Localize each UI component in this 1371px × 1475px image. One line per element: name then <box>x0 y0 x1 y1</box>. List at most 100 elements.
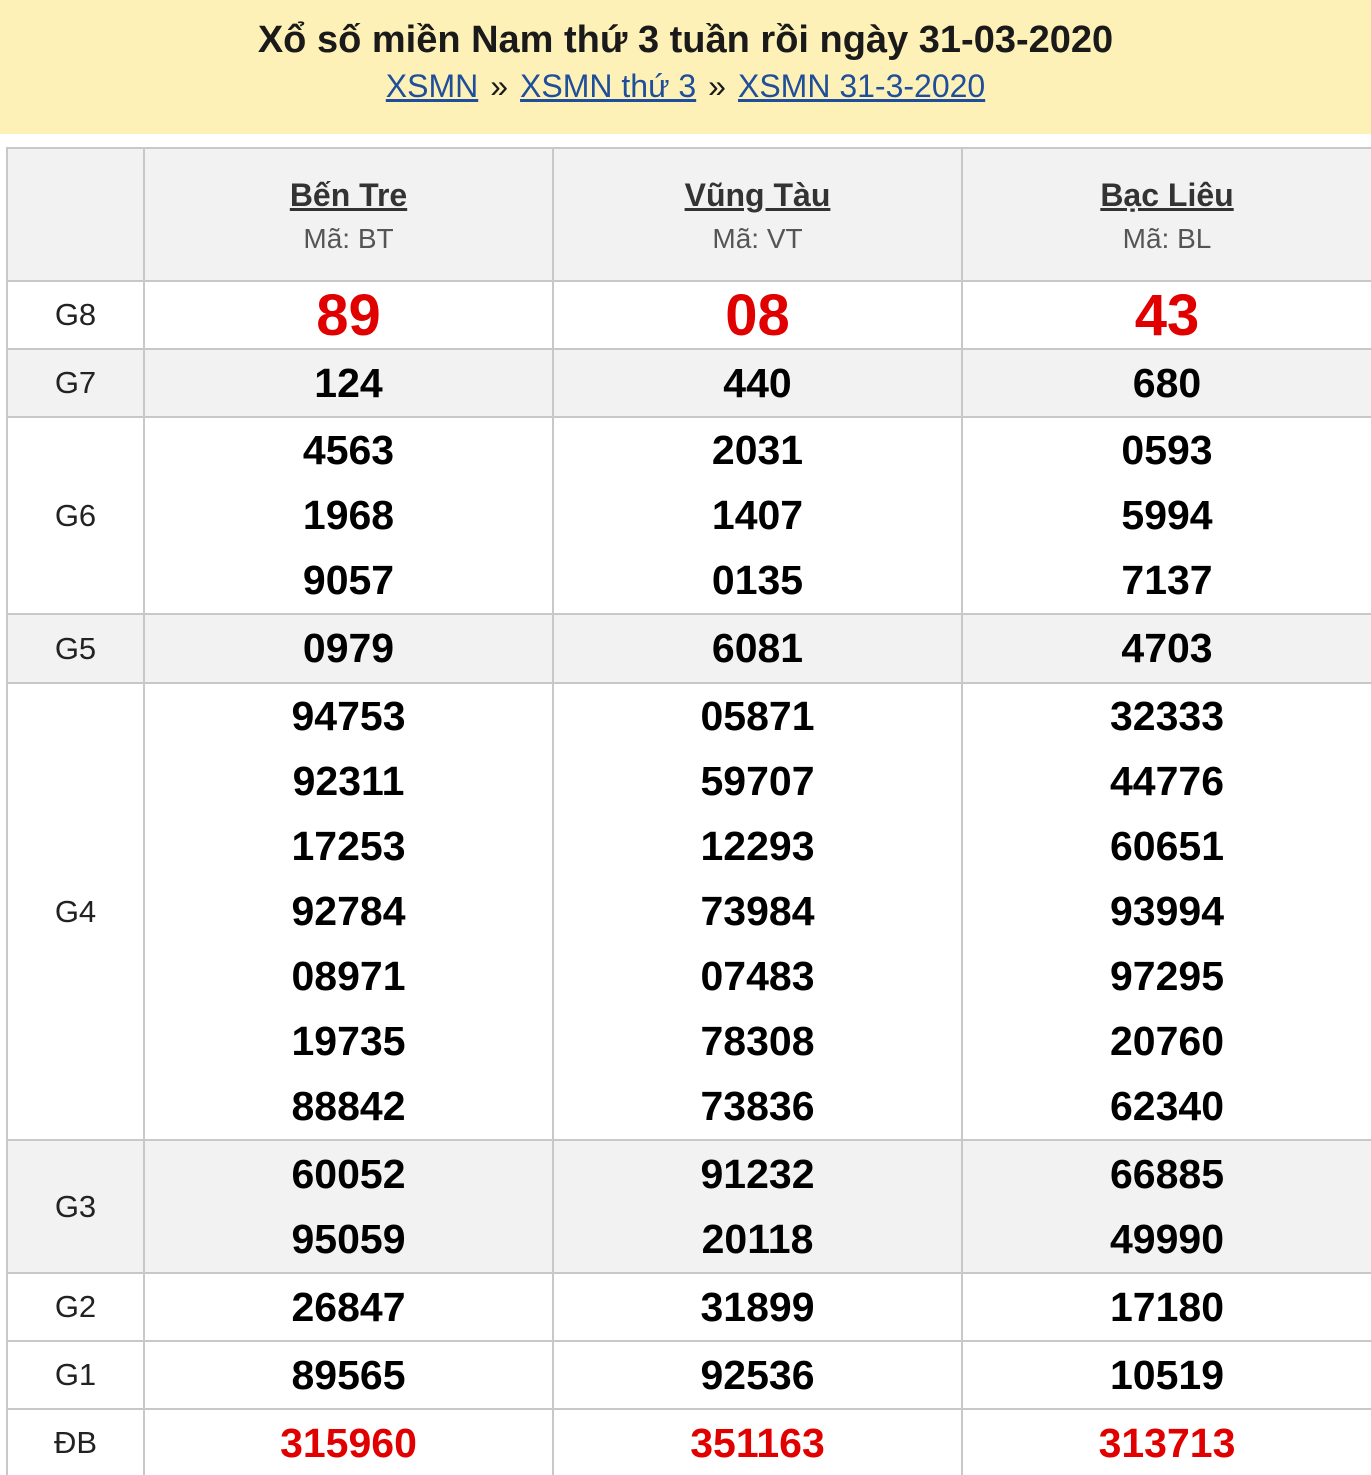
result-number: 1968 <box>302 492 395 538</box>
result-number: 17253 <box>291 823 406 869</box>
breadcrumb-link-xsmn[interactable]: XSMN <box>386 68 478 104</box>
result-number: 20760 <box>1109 1018 1224 1064</box>
province-link-vung-tau[interactable]: Vũng Tàu <box>554 175 961 215</box>
result-number: 89 <box>316 282 381 348</box>
result-number: 7137 <box>1121 557 1213 603</box>
breadcrumb-separator: » <box>490 68 509 104</box>
result-number: 17180 <box>1109 1283 1224 1330</box>
result-number: 9057 <box>302 557 395 603</box>
result-number: 20118 <box>701 1215 814 1262</box>
province-link-ben-tre[interactable]: Bến Tre <box>145 175 552 215</box>
result-number: 92784 <box>291 888 406 934</box>
prize-row-g7: G7 124 440 680 <box>6 348 1371 418</box>
breadcrumb-separator: » <box>708 68 726 104</box>
result-number: 89565 <box>291 1351 406 1398</box>
result-number: 4563 <box>302 427 395 473</box>
province-header-row: Bến Tre Mã: BT Vũng Tàu Mã: VT Bạc Liêu … <box>6 147 1371 282</box>
province-header-vung-tau: Vũng Tàu Mã: VT <box>552 147 963 282</box>
prize-row-g4: G4 94753 92311 17253 92784 08971 19735 88842 058… <box>6 682 1371 1141</box>
result-number: 26847 <box>291 1283 406 1330</box>
result-cell-vung-tau: 31899 <box>552 1272 963 1342</box>
prize-label: G7 <box>6 348 145 418</box>
breadcrumb-link-xsmn-thu-3[interactable]: XSMN thứ 3 <box>520 68 696 104</box>
page-header: Xổ số miền Nam thứ 3 tuần rồi ngày 31-03… <box>0 0 1371 134</box>
result-cell-ben-tre: 94753 92311 17253 92784 08971 19735 88842 <box>143 682 554 1141</box>
province-code: Mã: VT <box>712 222 803 254</box>
prize-row-g3: G3 60052 95059 91232 20118 66885 49990 <box>6 1139 1371 1274</box>
result-number: 124 <box>314 359 383 406</box>
result-cell-ben-tre: 124 <box>143 348 554 418</box>
result-number: 313713 <box>1098 1419 1236 1466</box>
result-cell-bac-lieu: 43 <box>961 280 1371 350</box>
result-cell-ben-tre: 89565 <box>143 1340 554 1410</box>
result-number: 44776 <box>1109 758 1224 804</box>
result-number: 60052 <box>291 1150 406 1197</box>
result-cell-bac-lieu: 313713 <box>961 1408 1371 1475</box>
prize-row-g2: G2 26847 31899 17180 <box>6 1272 1371 1342</box>
result-cell-bac-lieu: 10519 <box>961 1340 1371 1410</box>
result-number: 07483 <box>700 953 815 999</box>
result-number: 60651 <box>1109 823 1224 869</box>
result-cell-bac-lieu: 680 <box>961 348 1371 418</box>
result-cell-vung-tau: 351163 <box>552 1408 963 1475</box>
province-code: Mã: BT <box>303 222 394 254</box>
prize-row-g8: G8 89 08 43 <box>6 280 1371 350</box>
result-number: 91232 <box>700 1150 815 1197</box>
result-number: 315960 <box>280 1419 417 1466</box>
prize-label: G8 <box>6 280 145 350</box>
result-cell-ben-tre: 315960 <box>143 1408 554 1475</box>
result-number: 62340 <box>1109 1083 1224 1129</box>
page-title: Xổ số miền Nam thứ 3 tuần rồi ngày 31-03… <box>257 19 1114 61</box>
prize-label: G2 <box>6 1272 145 1342</box>
result-cell-bac-lieu: 4703 <box>961 613 1371 684</box>
result-number: 97295 <box>1109 953 1224 999</box>
province-header-bac-lieu: Bạc Liêu Mã: BL <box>961 147 1371 282</box>
results-table: Bến Tre Mã: BT Vũng Tàu Mã: VT Bạc Liêu … <box>6 147 1371 1475</box>
result-cell-bac-lieu: 32333 44776 60651 93994 97295 20760 62340 <box>961 682 1371 1141</box>
result-number: 93994 <box>1109 888 1224 934</box>
result-cell-vung-tau: 6081 <box>552 613 963 684</box>
province-link-bac-lieu[interactable]: Bạc Liêu <box>963 175 1371 215</box>
result-number: 59707 <box>700 758 815 804</box>
prize-row-đb: ĐB 315960 351163 313713 <box>6 1408 1371 1475</box>
result-number: 05871 <box>700 693 815 739</box>
province-header-ben-tre: Bến Tre Mã: BT <box>143 147 554 282</box>
result-cell-bac-lieu: 66885 49990 <box>961 1139 1371 1274</box>
breadcrumb-link-xsmn-date[interactable]: XSMN 31-3-2020 <box>738 68 985 104</box>
result-number: 351163 <box>690 1419 825 1466</box>
result-number: 0135 <box>711 557 804 603</box>
result-number: 94753 <box>291 693 406 739</box>
prize-row-g6: G6 4563 1968 9057 2031 1407 0135 0593 5994 7137 <box>6 416 1371 615</box>
prize-label: G5 <box>6 613 145 684</box>
result-number: 08971 <box>291 953 406 999</box>
prize-row-g1: G1 89565 92536 10519 <box>6 1340 1371 1410</box>
result-number: 08 <box>725 282 790 348</box>
breadcrumb: XSMN » XSMN thứ 3 » XSMN 31-3-2020 <box>0 66 1371 106</box>
result-number: 31899 <box>700 1283 815 1330</box>
result-number: 92536 <box>700 1351 815 1398</box>
prize-label: G3 <box>6 1139 145 1274</box>
result-cell-ben-tre: 60052 95059 <box>143 1139 554 1274</box>
result-cell-ben-tre: 26847 <box>143 1272 554 1342</box>
result-cell-bac-lieu: 0593 5994 7137 <box>961 416 1371 615</box>
result-number: 2031 <box>711 427 804 473</box>
result-number: 12293 <box>700 823 815 869</box>
corner-cell <box>6 147 145 282</box>
prize-label: G1 <box>6 1340 145 1410</box>
result-cell-vung-tau: 05871 59707 12293 73984 07483 78308 73836 <box>552 682 963 1141</box>
result-cell-ben-tre: 89 <box>143 280 554 350</box>
province-code: Mã: BL <box>1122 222 1212 254</box>
prize-label: G6 <box>6 416 145 615</box>
result-number: 73836 <box>700 1083 815 1129</box>
result-number: 92311 <box>292 758 405 804</box>
prize-label: ĐB <box>6 1408 145 1475</box>
result-number: 95059 <box>291 1215 406 1262</box>
prize-rows: G8 89 08 43 G7 124 440 680 G6 4563 1968 9057 2031 140… <box>6 280 1371 1475</box>
result-number: 440 <box>723 359 792 406</box>
result-number: 73984 <box>700 888 815 934</box>
result-number: 19735 <box>291 1018 406 1064</box>
result-number: 43 <box>1134 282 1200 348</box>
result-number: 32333 <box>1109 693 1224 739</box>
result-number: 66885 <box>1109 1150 1224 1197</box>
result-cell-vung-tau: 2031 1407 0135 <box>552 416 963 615</box>
